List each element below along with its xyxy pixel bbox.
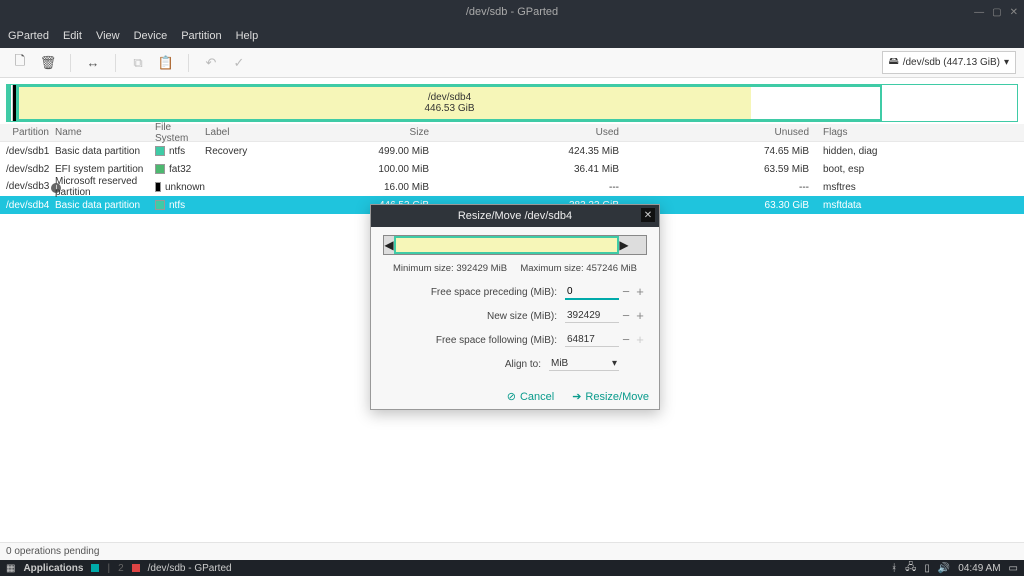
align-label: Align to: <box>383 359 549 370</box>
device-selector[interactable]: 🖴 /dev/sdb (447.13 GiB) ▾ <box>882 51 1016 74</box>
align-select[interactable]: MiB ▾ <box>549 357 619 371</box>
resize-slider[interactable]: ◀ ▶ <box>383 235 647 255</box>
maximize-icon[interactable]: ▢ <box>992 7 1001 18</box>
cancel-label: Cancel <box>520 391 554 403</box>
taskbar: ▦ Applications | 2 /dev/sdb - GParted ᚼ … <box>0 560 1024 576</box>
volume-icon[interactable]: 🔊 <box>938 563 950 574</box>
copy-icon[interactable]: ⧉ <box>126 52 150 74</box>
menubar: GParted Edit View Device Partition Help <box>0 24 1024 48</box>
new-icon[interactable]: 🗋 <box>8 52 32 74</box>
close-icon[interactable]: ✕ <box>1010 7 1018 18</box>
newsize-label: New size (MiB): <box>383 311 565 322</box>
menu-device[interactable]: Device <box>134 30 168 42</box>
separator <box>115 54 116 72</box>
chevron-down-icon: ▾ <box>612 358 617 369</box>
col-partition[interactable]: Partition <box>0 127 55 138</box>
device-label: /dev/sdb (447.13 GiB) <box>903 57 1000 68</box>
menu-partition[interactable]: Partition <box>181 30 221 42</box>
spin-down-icon[interactable]: − <box>619 334 633 346</box>
following-input[interactable]: 64817 <box>565 333 619 347</box>
bluetooth-icon[interactable]: ᚼ <box>891 563 897 574</box>
resize-dialog: Resize/Move /dev/sdb4 ✕ ◀ ▶ Minimum size… <box>370 204 660 410</box>
chevron-down-icon: ▾ <box>1004 57 1009 68</box>
battery-icon[interactable]: ▯ <box>924 563 930 574</box>
menu-help[interactable]: Help <box>236 30 259 42</box>
titlebar: /dev/sdb - GParted — ▢ ✕ <box>0 0 1024 24</box>
resize-move-button[interactable]: ➔ Resize/Move <box>572 390 649 403</box>
col-filesystem[interactable]: File System <box>155 122 205 144</box>
newsize-input[interactable]: 392429 <box>565 309 619 323</box>
align-value: MiB <box>551 358 568 369</box>
fs-swatch <box>155 164 165 174</box>
window-controls: — ▢ ✕ <box>974 7 1018 18</box>
spin-down-icon[interactable]: − <box>619 310 633 322</box>
fs-swatch <box>155 182 161 192</box>
statusbar: 0 operations pending <box>0 542 1024 560</box>
task-icon[interactable] <box>132 564 140 572</box>
col-unused[interactable]: Unused <box>627 127 817 138</box>
min-size-label: Minimum size: 392429 MiB <box>393 263 507 274</box>
spin-up-icon[interactable]: + <box>633 310 647 322</box>
workspace-1-icon[interactable] <box>91 564 99 572</box>
handle-left-icon[interactable]: ◀ <box>384 238 394 252</box>
col-label[interactable]: Label <box>205 127 327 138</box>
table-row[interactable]: /dev/sdb1Basic data partitionntfsRecover… <box>0 142 1024 160</box>
spin-up-icon[interactable]: + <box>633 334 647 346</box>
col-used[interactable]: Used <box>437 127 627 138</box>
map-sdb4[interactable]: /dev/sdb4 446.53 GiB <box>16 85 882 121</box>
partition-table-header: Partition Name File System Label Size Us… <box>0 124 1024 142</box>
minimize-icon[interactable]: — <box>974 7 984 18</box>
spin-up-icon[interactable]: + <box>633 286 647 298</box>
dialog-titlebar[interactable]: Resize/Move /dev/sdb4 ✕ <box>371 205 659 227</box>
dialog-close-icon[interactable]: ✕ <box>641 208 655 222</box>
col-flags[interactable]: Flags <box>817 127 997 138</box>
resize-fill[interactable] <box>394 236 619 254</box>
status-text: 0 operations pending <box>6 546 99 557</box>
delete-icon[interactable]: 🗑 <box>36 52 60 74</box>
menu-gparted[interactable]: GParted <box>8 30 49 42</box>
table-row[interactable]: /dev/sdb3iMicrosoft reserved partitionun… <box>0 178 1024 196</box>
cancel-button[interactable]: ⊘ Cancel <box>507 390 554 403</box>
toolbar: 🗋 🗑 ↔ ⧉ 📋 ↶ ✓ 🖴 /dev/sdb (447.13 GiB) ▾ <box>0 48 1024 78</box>
following-label: Free space following (MiB): <box>383 335 565 346</box>
spin-down-icon[interactable]: − <box>619 286 633 298</box>
apps-menu-label[interactable]: Applications <box>23 563 83 574</box>
map-label-top: /dev/sdb4 <box>428 92 471 103</box>
resize-icon[interactable]: ↔ <box>81 52 105 74</box>
max-size-label: Maximum size: 457246 MiB <box>520 263 637 274</box>
apps-menu-icon[interactable]: ▦ <box>6 563 15 574</box>
disk-icon: 🖴 <box>889 54 899 71</box>
menu-edit[interactable]: Edit <box>63 30 82 42</box>
map-label-bottom: 446.53 GiB <box>424 103 474 114</box>
undo-icon[interactable]: ↶ <box>199 52 223 74</box>
menu-view[interactable]: View <box>96 30 120 42</box>
map-unallocated[interactable] <box>882 85 1017 121</box>
apply-label: Resize/Move <box>585 391 649 403</box>
clock[interactable]: 04:49 AM <box>958 563 1000 574</box>
separator <box>188 54 189 72</box>
window-title: /dev/sdb - GParted <box>466 6 558 18</box>
col-name[interactable]: Name <box>55 127 155 138</box>
cancel-icon: ⊘ <box>507 390 516 403</box>
disk-map[interactable]: /dev/sdb4 446.53 GiB <box>6 84 1018 122</box>
show-desktop-icon[interactable]: ▭ <box>1009 563 1018 574</box>
preceding-label: Free space preceding (MiB): <box>383 287 565 298</box>
preceding-input[interactable]: 0 <box>565 285 619 300</box>
fs-swatch <box>155 200 165 210</box>
arrow-right-icon: ➔ <box>572 390 581 403</box>
separator <box>70 54 71 72</box>
apply-icon[interactable]: ✓ <box>227 52 251 74</box>
handle-right-icon[interactable]: ▶ <box>619 238 629 252</box>
network-icon[interactable]: 🖧 <box>905 560 916 577</box>
dialog-title: Resize/Move /dev/sdb4 <box>458 210 572 222</box>
paste-icon[interactable]: 📋 <box>154 52 178 74</box>
fs-swatch <box>155 146 165 156</box>
workspace-2-icon[interactable]: 2 <box>118 563 124 574</box>
col-size[interactable]: Size <box>327 127 437 138</box>
task-item[interactable]: /dev/sdb - GParted <box>148 563 232 574</box>
